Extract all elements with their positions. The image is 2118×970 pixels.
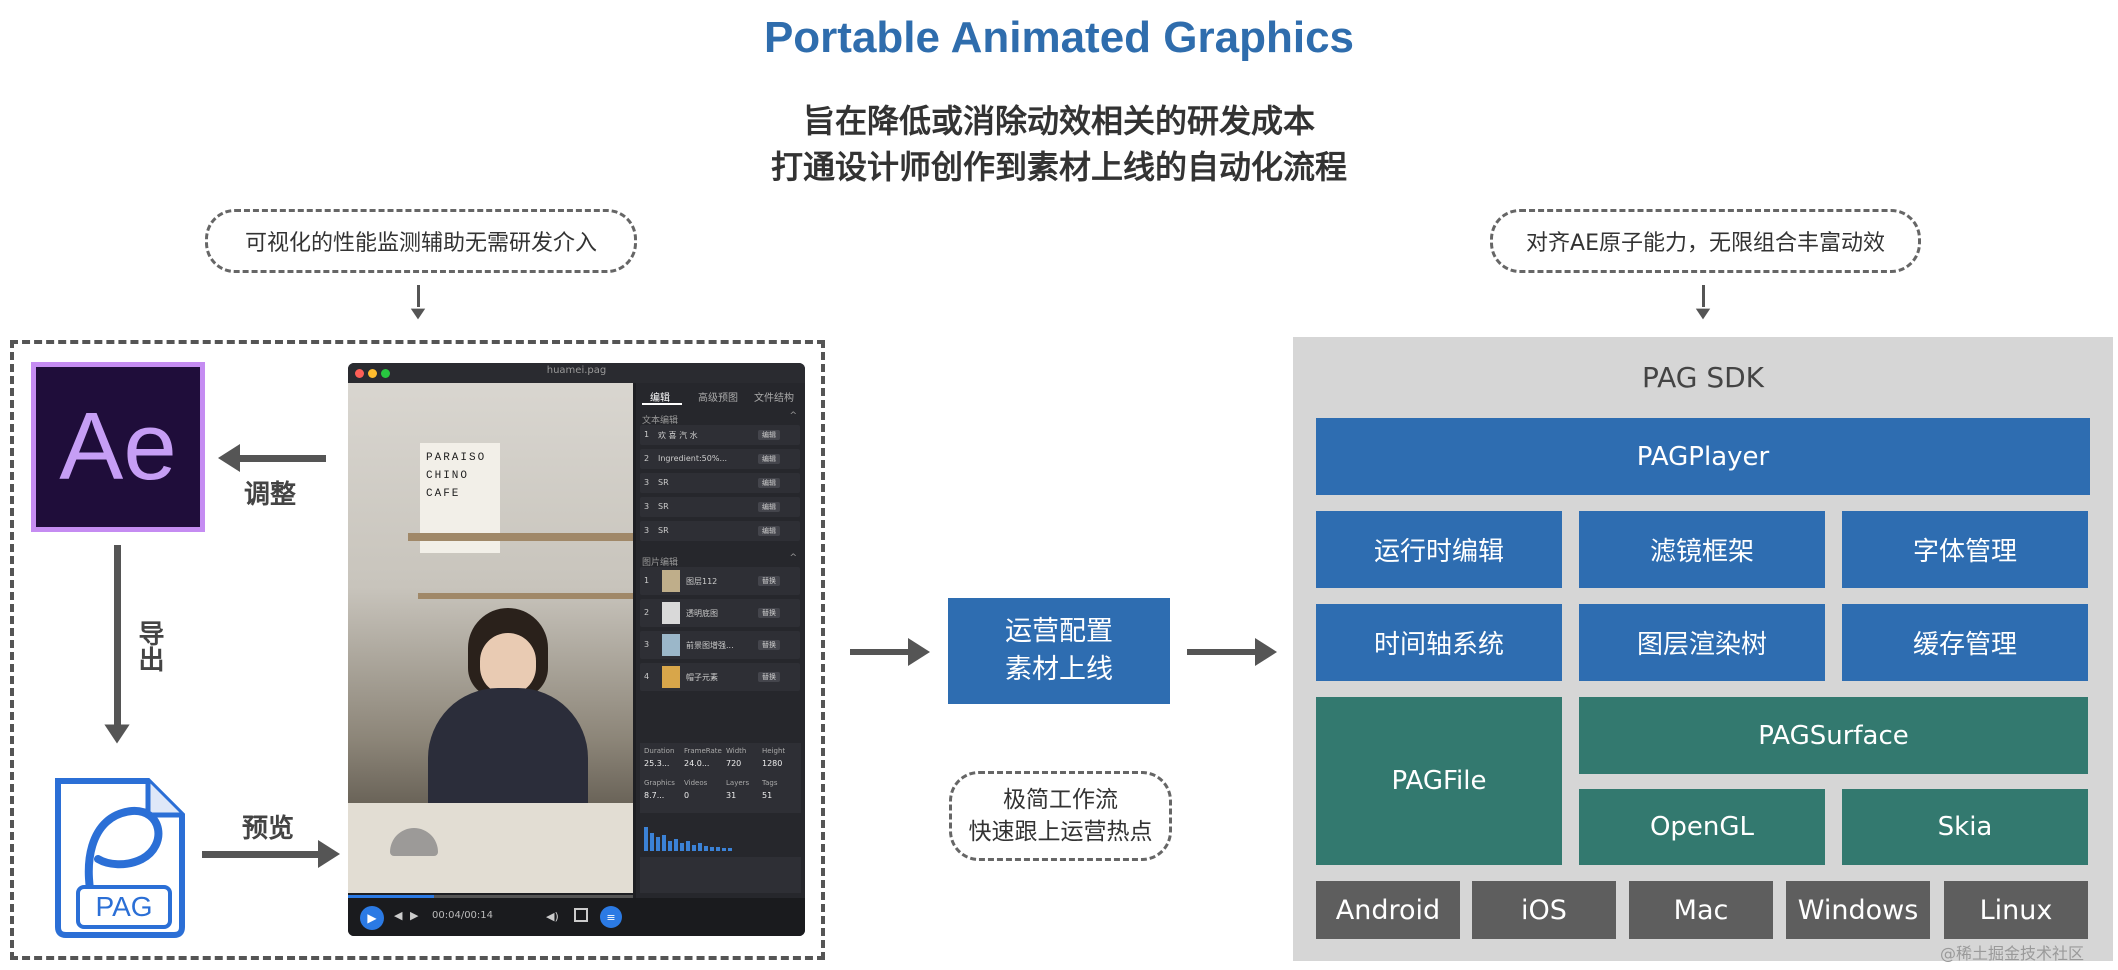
sdk-font-management: 字体管理: [1842, 511, 2088, 588]
note-simple-workflow: 极简工作流 快速跟上运营热点: [949, 771, 1172, 861]
viewer-titlebar: huamei.pag: [348, 363, 805, 383]
collapse-icon[interactable]: ^: [789, 411, 797, 421]
label-adjust: 调整: [244, 480, 297, 510]
label-preview: 预览: [242, 814, 295, 844]
sdk-runtime-edit: 运行时编辑: [1316, 511, 1562, 588]
collapse-icon[interactable]: ^: [789, 553, 797, 563]
menu-icon[interactable]: ≡: [600, 906, 622, 928]
text-layer-row[interactable]: 3 SR 编辑: [640, 497, 800, 517]
file-stats: Duration FrameRate Width Height 25.3... …: [640, 743, 801, 813]
edit-panel: 编辑 高级预图 文件结构 文本编辑 ^ 1欢 喜 汽 水编辑 2 Ingredie…: [636, 383, 805, 898]
snapshot-icon[interactable]: [574, 908, 588, 922]
arrow-adjust-head: [218, 444, 240, 472]
arrow-to-ops-line: [850, 649, 910, 655]
play-icon[interactable]: ▶: [360, 906, 384, 930]
text-layer-row[interactable]: 1欢 喜 汽 水编辑: [640, 425, 800, 445]
sdk-pagfile: PAGFile: [1316, 697, 1562, 865]
video-preview[interactable]: PARAISO CHINO CAFE: [348, 383, 633, 893]
arrow-to-sdk-line: [1187, 649, 1257, 655]
pag-logo-label: PAG: [95, 891, 153, 922]
sdk-pagsurface: PAGSurface: [1579, 697, 2088, 774]
active-tab-indicator: [642, 403, 682, 405]
shelf: [418, 593, 633, 599]
pag-sdk-title: PAG SDK: [1641, 360, 1765, 394]
shelf: [408, 533, 633, 541]
label-export: 导出: [134, 620, 164, 672]
pag-file-logo-icon: PAG: [50, 775, 190, 940]
ops-line-1: 运营配置: [1005, 616, 1113, 647]
next-frame-icon[interactable]: ▶: [410, 909, 418, 922]
platform-linux: Linux: [1944, 881, 2088, 939]
sdk-layer-render-tree: 图层渲染树: [1579, 604, 1825, 681]
tab-edit[interactable]: 编辑: [650, 389, 670, 404]
note-simple-workflow-line-1: 极简工作流: [1003, 787, 1118, 813]
image-thumbnail: [662, 666, 680, 688]
image-layer-row[interactable]: 3 前景图增强... 替换: [640, 631, 800, 659]
pag-viewer-window: huamei.pag PARAISO CHINO CAFE ▶ ◀ ▶ 00:0…: [348, 363, 805, 936]
page-title: Portable Animated Graphics: [763, 13, 1355, 62]
volume-icon[interactable]: ◀): [546, 910, 559, 923]
arrow-head-down-right-note: [1695, 308, 1711, 320]
platform-android: Android: [1316, 881, 1460, 939]
performance-histogram: [642, 823, 799, 851]
watermark: @稀土掘金技术社区: [1940, 944, 2085, 963]
image-layer-row[interactable]: 1 图层112 替换: [640, 567, 800, 595]
text-layer-row[interactable]: 3 SR 编辑: [640, 473, 800, 493]
image-layer-row[interactable]: 2 透明底图 替换: [640, 599, 800, 627]
note-ae-atomic: 对齐AE原子能力，无限组合丰富动效: [1490, 209, 1921, 273]
arrow-down-left-note: [417, 285, 420, 307]
ops-config-box: 运营配置 素材上线: [948, 598, 1170, 704]
image-thumbnail: [662, 634, 680, 656]
subtitle-line-1: 旨在降低或消除动效相关的研发成本: [802, 102, 1315, 140]
sdk-cache-management: 缓存管理: [1842, 604, 2088, 681]
text-layer-row[interactable]: 3 SR 编辑: [640, 521, 800, 541]
text-layer-row[interactable]: 2 Ingredient:50%... 编辑: [640, 449, 800, 469]
platform-windows: Windows: [1786, 881, 1930, 939]
sdk-timeline-system: 时间轴系统: [1316, 604, 1562, 681]
playback-controls: ▶ ◀ ▶ 00:04/00:14 ◀) ≡: [348, 898, 805, 936]
arrow-down-right-note: [1702, 285, 1705, 307]
platform-ios: iOS: [1472, 881, 1616, 939]
image-thumbnail: [662, 602, 680, 624]
image-layer-row[interactable]: 4 帽子元素 替换: [640, 663, 800, 691]
sdk-skia: Skia: [1842, 789, 2088, 865]
arrow-preview-line: [202, 851, 320, 858]
arrow-adjust-line: [240, 455, 326, 462]
arrow-head-down-left-note: [410, 308, 426, 320]
note-performance-monitor: 可视化的性能监测辅助无需研发介入: [205, 209, 637, 273]
tab-advanced-preview[interactable]: 高级预图: [698, 389, 738, 404]
note-simple-workflow-line-2: 快速跟上运营热点: [968, 819, 1153, 845]
person-face: [480, 633, 536, 695]
previous-frame-icon[interactable]: ◀: [394, 909, 402, 922]
image-thumbnail: [662, 570, 680, 592]
playback-time: 00:04/00:14: [432, 910, 494, 921]
viewer-filename: huamei.pag: [546, 365, 607, 376]
arrow-to-sdk-head: [1255, 638, 1277, 666]
platform-mac: Mac: [1629, 881, 1773, 939]
arrow-export-head: [104, 724, 130, 744]
arrow-export-line: [114, 545, 121, 725]
subtitle-line-2: 打通设计师创作到素材上线的自动化流程: [770, 148, 1347, 186]
ops-line-2: 素材上线: [1005, 654, 1113, 685]
after-effects-logo-icon: Ae: [31, 362, 205, 532]
sdk-opengl: OpenGL: [1579, 789, 1825, 865]
arrow-to-ops-head: [908, 638, 930, 666]
tab-file-structure[interactable]: 文件结构: [754, 389, 794, 404]
sdk-pagplayer: PAGPlayer: [1316, 418, 2090, 495]
arrow-preview-head: [318, 840, 340, 868]
sdk-filter-framework: 滤镜框架: [1579, 511, 1825, 588]
render-metrics: [640, 857, 801, 893]
